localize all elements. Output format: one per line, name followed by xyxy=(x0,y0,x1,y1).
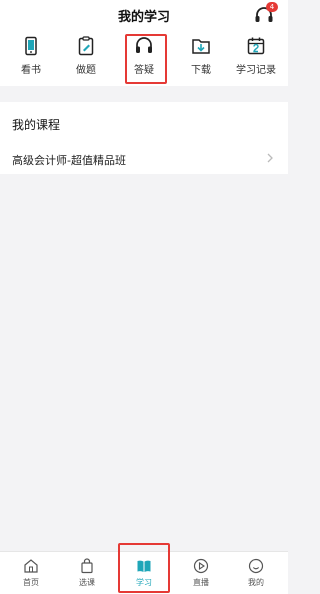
course-name: 高级会计师-超值精品班 xyxy=(12,154,126,167)
quick-action-label: 学习记录 xyxy=(236,65,276,76)
folder-download-icon xyxy=(192,39,210,54)
tab-courses[interactable]: 选课 xyxy=(62,558,112,592)
calendar-icon xyxy=(247,37,265,55)
tab-label: 选课 xyxy=(79,578,95,587)
clipboard-edit-icon xyxy=(78,36,94,56)
bottom-tab-bar: 首页 选课 学习 直播 我的 xyxy=(0,543,288,594)
quick-action-download[interactable]: 下载 xyxy=(173,36,229,82)
highlight-box xyxy=(118,543,170,593)
course-row[interactable]: 高级会计师-超值精品班 xyxy=(0,144,288,174)
play-circle-icon xyxy=(193,558,209,574)
quick-action-label: 做题 xyxy=(76,65,96,76)
customer-service-button[interactable]: 4 xyxy=(254,2,278,25)
smiley-user-icon xyxy=(248,558,264,574)
tab-me[interactable]: 我的 xyxy=(231,558,281,592)
tab-label: 我的 xyxy=(248,578,264,587)
quick-action-read[interactable]: 看书 xyxy=(3,36,59,82)
quick-action-label: 下载 xyxy=(191,65,211,76)
bag-icon xyxy=(81,558,93,574)
tab-live[interactable]: 直播 xyxy=(176,558,226,592)
phone-book-icon xyxy=(25,36,37,56)
tab-home[interactable]: 首页 xyxy=(6,558,56,592)
chevron-right-icon xyxy=(267,153,273,163)
section-title: 我的课程 xyxy=(12,118,61,132)
highlight-box xyxy=(125,34,167,84)
page-title: 我的学习 xyxy=(117,10,170,25)
notification-badge: 4 xyxy=(266,2,278,12)
home-icon xyxy=(24,559,38,573)
header: 我的学习 4 xyxy=(0,0,288,30)
quick-action-label: 看书 xyxy=(21,65,41,76)
quick-action-practice[interactable]: 做题 xyxy=(58,36,114,82)
tab-label: 直播 xyxy=(193,578,209,587)
quick-actions: 看书 做题 答疑 下载 学习记录 xyxy=(0,30,288,86)
quick-action-history[interactable]: 学习记录 xyxy=(228,36,284,82)
my-courses-section: 我的课程 高级会计师-超值精品班 xyxy=(0,102,288,174)
tab-label: 首页 xyxy=(23,578,39,587)
